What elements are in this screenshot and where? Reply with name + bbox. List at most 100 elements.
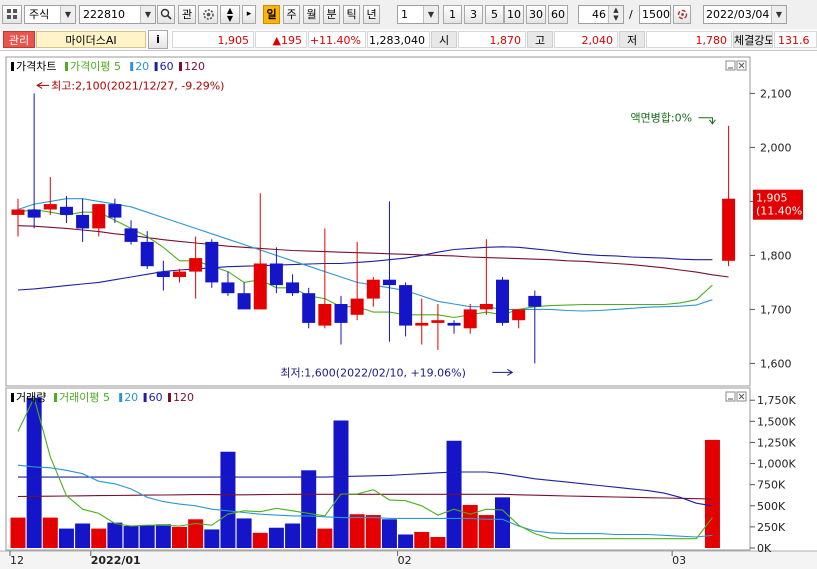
candle-body: [302, 293, 316, 323]
volume-legend-label: 20: [124, 391, 138, 404]
last-price-label: 1,905: [756, 192, 788, 205]
price-value: 1,905: [172, 31, 254, 48]
candle-body: [447, 322, 461, 326]
info-button[interactable]: i: [148, 30, 168, 49]
candle: [496, 277, 509, 326]
date-input[interactable]: 2022/03/04 ▼: [703, 5, 787, 24]
candle-body: [269, 263, 283, 286]
volume-tick-label: 750K: [757, 479, 786, 492]
refresh-button[interactable]: [673, 5, 691, 24]
candle-body: [496, 279, 509, 323]
expand-button[interactable]: ▸: [242, 5, 256, 24]
price-legend-label: 60: [160, 60, 174, 73]
volume-value: 1,283,040: [367, 31, 430, 48]
volume-legend-label: 60: [149, 391, 163, 404]
watchlist-button[interactable]: 관: [178, 5, 196, 24]
interval-button[interactable]: 10: [504, 5, 524, 24]
volume-bar: [252, 532, 268, 548]
volume-bar: [26, 397, 42, 548]
candle-body: [253, 263, 267, 310]
chevron-down-icon[interactable]: ▼: [140, 6, 155, 23]
volume-bar: [285, 523, 301, 548]
candle-body: [415, 322, 429, 326]
price-legend-marker: [65, 62, 68, 71]
chevron-down-icon[interactable]: ▼: [423, 6, 438, 23]
volume-bar: [204, 529, 220, 548]
candle: [302, 287, 316, 329]
interval-button[interactable]: 5: [485, 5, 504, 24]
volume-bar: [333, 420, 349, 548]
management-badge: 관리: [3, 31, 35, 48]
change-pct-value: +11.40%: [308, 31, 366, 48]
stock-code-input[interactable]: 222810 ▼: [79, 5, 156, 24]
candle-body: [334, 304, 348, 323]
settings-button[interactable]: [198, 5, 218, 24]
price-legend-marker: [11, 62, 14, 71]
candle-body: [43, 204, 57, 210]
period-button[interactable]: 일: [263, 5, 280, 24]
count-value: 46: [592, 8, 606, 21]
candle-body: [189, 258, 203, 272]
market-select[interactable]: 주식 ▼: [24, 5, 76, 24]
chevron-down-icon[interactable]: ▼: [60, 6, 75, 23]
period-button[interactable]: 주: [283, 5, 300, 24]
price-tick-label: 2,100: [760, 87, 792, 100]
price-legend-marker: [130, 62, 134, 71]
candle-body: [221, 282, 235, 294]
candle-body: [124, 228, 138, 242]
count-spinner[interactable]: ▲ ▼: [608, 6, 623, 23]
date-value: 2022/03/04: [706, 8, 770, 21]
volume-bar: [268, 527, 284, 548]
chart-canvas[interactable]: 2,1002,0001,9001,8001,7001,6001,750K1,50…: [0, 51, 817, 569]
max-count-input[interactable]: 1500: [639, 5, 671, 24]
interval-button[interactable]: 30: [526, 5, 546, 24]
menu-grid-icon[interactable]: [2, 5, 22, 24]
open-label: 시: [431, 31, 457, 48]
price-tick-label: 1,600: [760, 357, 792, 370]
strength-label: 체결강도: [733, 31, 773, 48]
low-value: 1,780: [646, 31, 732, 48]
interval-select[interactable]: 1 ▼: [397, 5, 439, 24]
volume-tick-label: 0K: [757, 542, 772, 555]
refresh-icon: [677, 9, 687, 20]
candle-body: [382, 279, 396, 286]
interval-button[interactable]: 60: [548, 5, 568, 24]
volume-legend-label: 거래량: [16, 391, 46, 404]
volume-bar: [495, 497, 510, 548]
interval-button[interactable]: 1: [443, 5, 462, 24]
period-button[interactable]: 년: [363, 5, 380, 24]
candle-body: [286, 282, 300, 294]
volume-bar: [123, 526, 139, 548]
chevron-down-icon[interactable]: ▼: [771, 6, 786, 23]
max-count-value: 1500: [642, 8, 670, 21]
high-label: 고: [527, 31, 553, 48]
gear-icon: [202, 9, 214, 20]
price-legend-marker: [179, 62, 182, 71]
volume-tick-label: 1,750K: [757, 394, 796, 407]
x-tick-label: 03: [672, 554, 686, 567]
candle-body: [59, 206, 73, 215]
volume-bar: [155, 524, 171, 548]
candle-body: [108, 204, 122, 218]
updown-spinner[interactable]: ▲ ▼: [220, 5, 240, 24]
period-button[interactable]: 분: [323, 5, 340, 24]
period-button[interactable]: 월: [303, 5, 320, 24]
volume-legend-marker: [11, 393, 14, 402]
stock-name[interactable]: 마이더스AI: [36, 31, 146, 48]
price-legend-label: 20: [135, 60, 149, 73]
price-tick-label: 2,000: [760, 141, 792, 154]
search-icon: [160, 8, 172, 20]
interval-button[interactable]: 3: [464, 5, 483, 24]
period-button[interactable]: 틱: [343, 5, 360, 24]
volume-bar: [430, 537, 446, 548]
volume-tick-label: 1,250K: [757, 436, 796, 449]
volume-bar: [349, 514, 365, 548]
search-button[interactable]: [157, 5, 175, 24]
price-legend-label: 가격차트: [16, 60, 56, 73]
candle-body: [463, 309, 477, 329]
candle-body: [140, 241, 154, 267]
low-annotation: 최저:1,600(2022/02/10, +19.06%): [280, 366, 466, 379]
count-input[interactable]: 46 ▲ ▼: [578, 5, 624, 24]
candle-body: [366, 279, 380, 299]
candle-body: [156, 271, 170, 277]
